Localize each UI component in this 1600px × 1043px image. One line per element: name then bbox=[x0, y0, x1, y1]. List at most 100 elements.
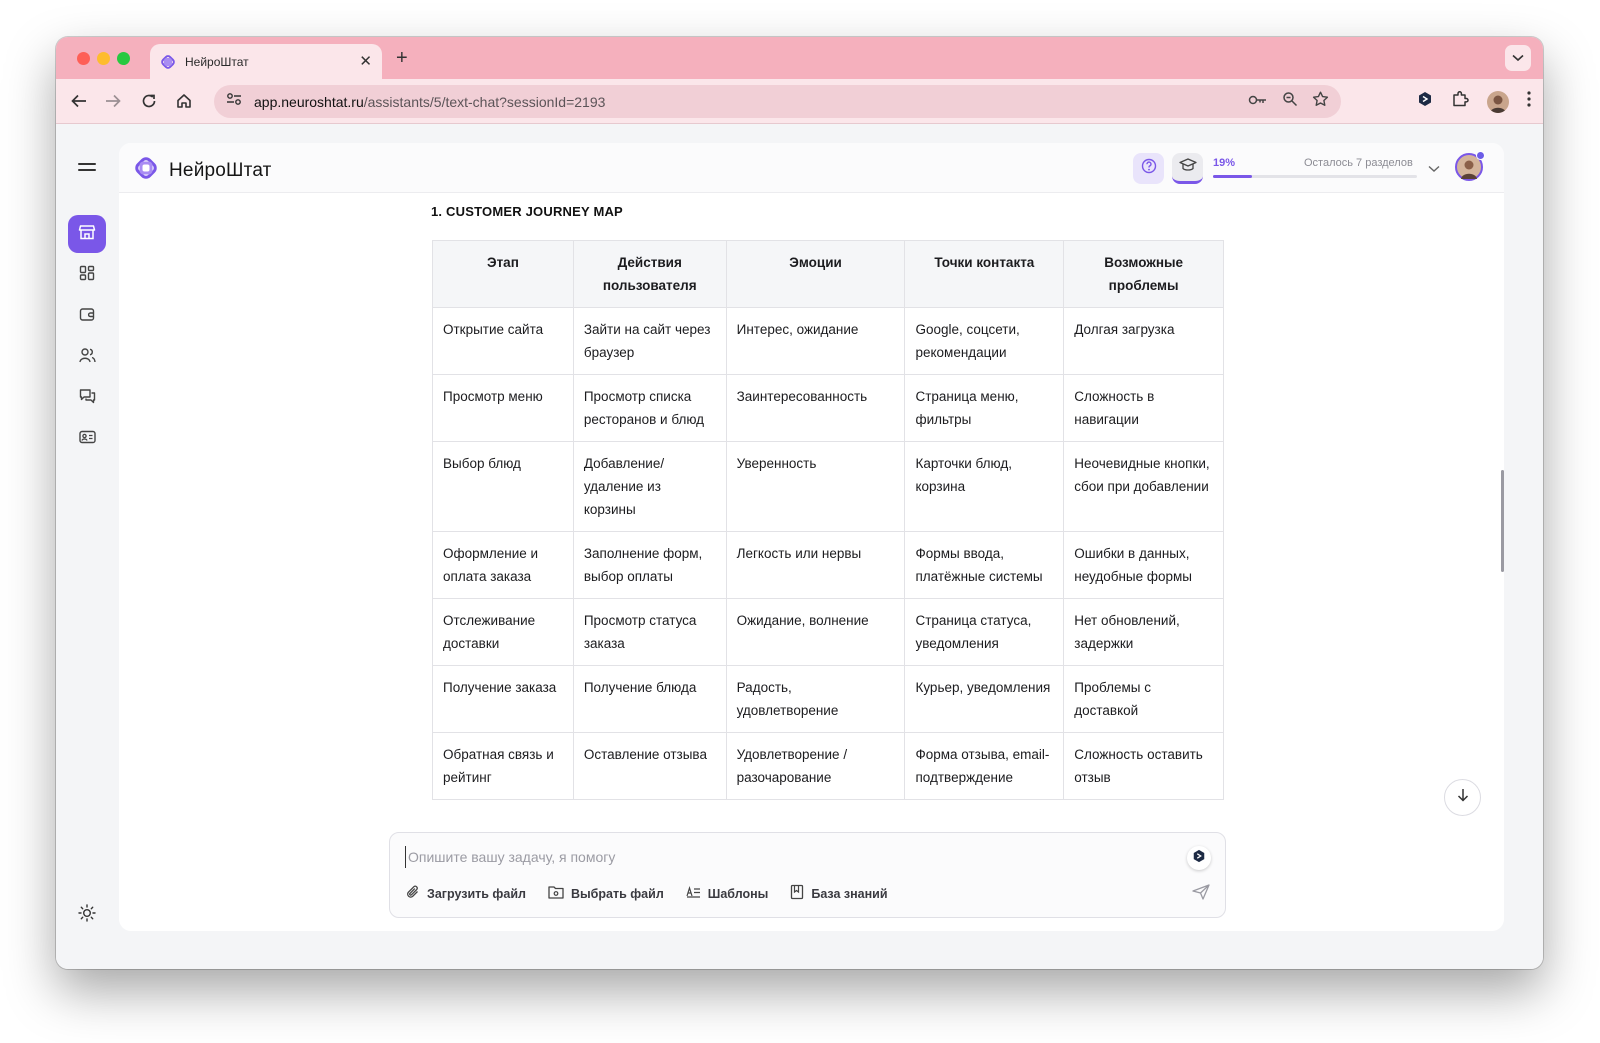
app-root: НейроШтат 19% Осталось 7 разделов 1. CUS… bbox=[56, 125, 1543, 969]
table-cell: Формы ввода, платёжные системы bbox=[904, 531, 1065, 599]
table-cell: Отслеживание доставки bbox=[432, 598, 574, 666]
table-cell: Google, соцсети, рекомендации bbox=[904, 307, 1065, 375]
back-arrow-icon[interactable] bbox=[68, 90, 90, 112]
table-cell: Оформление и оплата заказа bbox=[432, 531, 574, 599]
sidebar bbox=[56, 125, 118, 969]
sun-icon[interactable] bbox=[78, 904, 96, 927]
bookmark-star-icon[interactable] bbox=[1312, 91, 1329, 112]
table-cell: Нет обновлений, задержки bbox=[1063, 598, 1224, 666]
users-icon bbox=[78, 347, 96, 368]
table-header-actions: Действия пользователя bbox=[572, 240, 727, 308]
assistant-hexagon-icon bbox=[1192, 849, 1206, 868]
table-row: Получение заказа Получение блюда Радость… bbox=[432, 665, 1224, 733]
table-row: Отслеживание доставки Просмотр статуса з… bbox=[432, 598, 1224, 666]
main-panel: НейроШтат 19% Осталось 7 разделов 1. CUS… bbox=[119, 143, 1504, 931]
sidebar-item-store[interactable] bbox=[68, 215, 106, 253]
browser-window: НейроШтат ✕ + app.neuroshtat.ru/assistan… bbox=[56, 37, 1543, 969]
scrollbar-thumb[interactable] bbox=[1501, 470, 1504, 572]
table-cell: Легкость или нервы bbox=[725, 531, 906, 599]
address-bar[interactable]: app.neuroshtat.ru/assistants/5/text-chat… bbox=[214, 85, 1341, 118]
scroll-to-bottom-button[interactable] bbox=[1444, 779, 1481, 816]
table-cell: Уверенность bbox=[725, 441, 906, 532]
table-cell: Просмотр статуса заказа bbox=[572, 598, 727, 666]
choose-file-button[interactable]: Выбрать файл bbox=[548, 885, 664, 902]
sidebar-item-chats[interactable] bbox=[68, 379, 106, 417]
table-row: Открытие сайта Зайти на сайт через брауз… bbox=[432, 307, 1224, 375]
course-button[interactable] bbox=[1172, 153, 1203, 184]
templates-label: Шаблоны bbox=[707, 886, 769, 901]
send-button[interactable] bbox=[1192, 884, 1210, 905]
graduation-cap-icon bbox=[1178, 157, 1197, 178]
upload-file-label: Загрузить файл bbox=[427, 886, 526, 901]
table-cell: Просмотр списка ресторанов и блюд bbox=[572, 374, 727, 442]
url-text: app.neuroshtat.ru/assistants/5/text-chat… bbox=[254, 94, 1248, 110]
upload-file-button[interactable]: Загрузить файл bbox=[406, 884, 526, 903]
reload-icon[interactable] bbox=[138, 90, 160, 112]
progress-percent: 19% bbox=[1213, 157, 1236, 169]
table-cell: Зайти на сайт через браузер bbox=[572, 307, 727, 375]
knowledge-base-button[interactable]: База знаний bbox=[790, 884, 888, 903]
forward-arrow-icon[interactable] bbox=[102, 90, 124, 112]
message-input[interactable] bbox=[405, 846, 1175, 868]
app-header: НейроШтат 19% Осталось 7 разделов bbox=[119, 143, 1504, 193]
url-host: app.neuroshtat.ru bbox=[254, 93, 364, 110]
table-cell: Добавление/ удаление из корзины bbox=[572, 441, 727, 532]
table-cell: Получение заказа bbox=[432, 665, 574, 733]
table-cell: Долгая загрузка bbox=[1063, 307, 1224, 375]
extensions-puzzle-icon[interactable] bbox=[1451, 90, 1469, 113]
sidebar-item-users[interactable] bbox=[68, 338, 106, 376]
customer-journey-table: Этап Действия пользователя Эмоции Точки … bbox=[432, 240, 1224, 800]
browser-toolbar: app.neuroshtat.ru/assistants/5/text-chat… bbox=[56, 79, 1543, 124]
zoom-window-button[interactable] bbox=[117, 52, 130, 65]
brand-logo[interactable]: НейроШтат bbox=[133, 155, 272, 186]
table-header-touchpoints: Точки контакта bbox=[904, 240, 1065, 308]
send-plane-icon bbox=[1192, 884, 1210, 904]
table-header-stage: Этап bbox=[432, 240, 574, 308]
chevron-down-icon[interactable] bbox=[1428, 160, 1440, 178]
table-cell: Открытие сайта bbox=[432, 307, 574, 375]
table-cell: Обратная связь и рейтинг bbox=[432, 732, 574, 800]
zoom-icon[interactable] bbox=[1282, 91, 1298, 112]
minimize-window-button[interactable] bbox=[97, 52, 110, 65]
home-icon[interactable] bbox=[173, 90, 195, 112]
site-settings-icon[interactable] bbox=[226, 92, 242, 111]
store-icon bbox=[78, 223, 96, 246]
assistant-model-button[interactable] bbox=[1187, 846, 1211, 870]
tab-title: НейроШтат bbox=[185, 54, 249, 69]
close-window-button[interactable] bbox=[77, 52, 90, 65]
help-button[interactable] bbox=[1133, 153, 1164, 184]
close-tab-icon[interactable]: ✕ bbox=[359, 54, 372, 69]
notification-dot bbox=[1476, 151, 1485, 160]
table-cell: Выбор блюд bbox=[432, 441, 574, 532]
menu-burger-icon[interactable] bbox=[78, 163, 96, 175]
table-cell: Заполнение форм, выбор оплаты bbox=[572, 531, 727, 599]
tab-bar: НейроШтат ✕ + bbox=[56, 37, 1543, 79]
sidebar-item-dashboard[interactable] bbox=[68, 256, 106, 294]
composer-actions: Загрузить файл Выбрать файл Шаблоны База… bbox=[406, 884, 910, 903]
table-cell: Неочевидные кнопки, сбои при добавлении bbox=[1063, 441, 1224, 532]
table-cell: Заинтересованность bbox=[725, 374, 906, 442]
tab-search-chevron-icon[interactable] bbox=[1505, 45, 1531, 71]
new-tab-icon[interactable]: + bbox=[396, 46, 408, 70]
question-circle-icon bbox=[1141, 158, 1157, 179]
table-row: Выбор блюд Добавление/ удаление из корзи… bbox=[432, 441, 1224, 532]
table-cell: Ошибки в данных, неудобные формы bbox=[1063, 531, 1224, 599]
table-cell: Страница меню, фильтры bbox=[904, 374, 1065, 442]
choose-file-label: Выбрать файл bbox=[570, 886, 664, 901]
templates-button[interactable]: Шаблоны bbox=[686, 885, 769, 901]
key-icon[interactable] bbox=[1248, 93, 1268, 111]
browser-menu-icon[interactable] bbox=[1527, 91, 1531, 112]
extension-hexagon-icon[interactable] bbox=[1417, 91, 1433, 112]
sidebar-item-profile-card[interactable] bbox=[68, 420, 106, 458]
table-cell: Интерес, ожидание bbox=[725, 307, 906, 375]
sidebar-item-wallet[interactable] bbox=[68, 297, 106, 335]
table-header-emotions: Эмоции bbox=[725, 240, 906, 308]
knowledge-base-label: База знаний bbox=[811, 886, 888, 901]
table-cell: Форма отзыва, email-подтверждение bbox=[904, 732, 1065, 800]
browser-tab[interactable]: НейроШтат ✕ bbox=[150, 44, 382, 79]
profile-avatar[interactable] bbox=[1487, 90, 1509, 113]
section-title: 1. CUSTOMER JOURNEY MAP bbox=[431, 204, 623, 219]
table-cell: Удовлетворение / разочарование bbox=[725, 732, 906, 800]
progress-bar bbox=[1213, 175, 1417, 178]
wallet-icon bbox=[79, 306, 95, 327]
